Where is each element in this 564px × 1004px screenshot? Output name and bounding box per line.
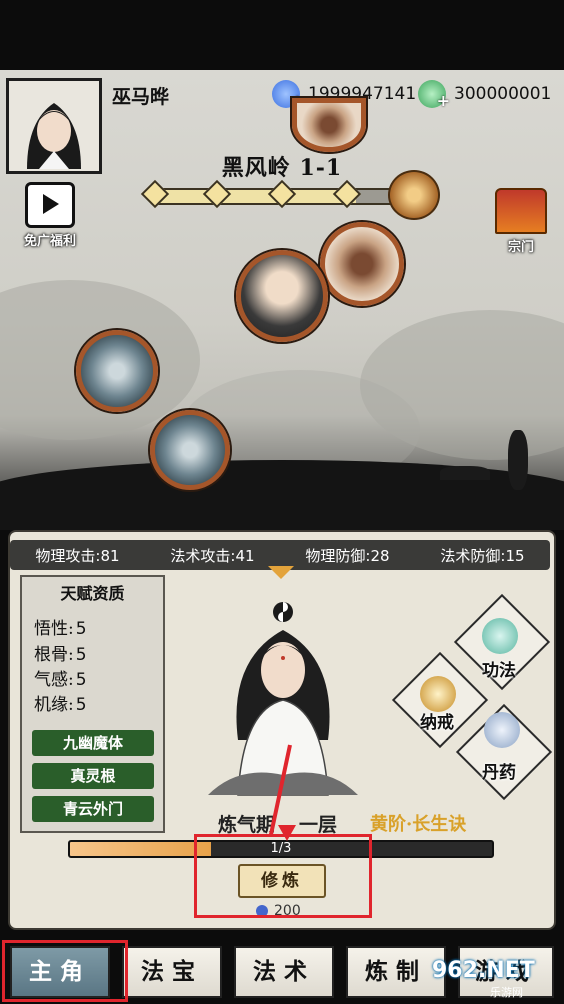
trait-badge[interactable]: 真灵根 — [32, 763, 154, 789]
stat-magic-attack: 法术攻击:41 — [170, 546, 255, 565]
stat-physical-defense: 物理防御:28 — [305, 546, 390, 565]
talent-attr-fortune: 机缘: 5 — [34, 695, 87, 715]
tab-crafting[interactable]: 炼制 — [346, 946, 446, 998]
watermark-brand: 962.NET — [432, 958, 535, 983]
player-name: 巫马晔 — [112, 86, 170, 108]
watermark-sub: 乐游网 — [490, 986, 523, 999]
enemy-spider-token[interactable] — [320, 222, 404, 306]
talent-title: 天赋资质 — [60, 584, 125, 603]
tree-silhouette — [508, 430, 528, 490]
video-icon — [25, 182, 75, 228]
ring-label: 纳戒 — [420, 713, 454, 733]
tab-treasure[interactable]: 法宝 — [122, 946, 222, 998]
talent-attr-comprehension: 悟性: 5 — [34, 619, 87, 639]
highlight-box-main-tab — [2, 940, 128, 1002]
boss-lion-icon[interactable] — [388, 170, 440, 220]
expand-chevron-icon[interactable] — [268, 566, 294, 579]
free-reward-button[interactable]: 免广福利 — [10, 182, 90, 249]
player-hero-token[interactable] — [236, 250, 328, 342]
enemy-beast-token[interactable] — [150, 410, 230, 490]
pavilion-silhouette — [440, 466, 490, 480]
enemy-spider-token[interactable] — [292, 98, 366, 152]
storage-ring-icon — [420, 676, 456, 712]
pill-label: 丹药 — [482, 763, 516, 783]
annotation-arrow-head — [278, 825, 296, 841]
stat-physical-attack: 物理攻击:81 — [35, 546, 120, 565]
tab-spell[interactable]: 法术 — [234, 946, 334, 998]
sect-gate-icon — [495, 188, 547, 234]
currency-value: 300000001 — [454, 84, 552, 104]
highlight-box-cultivate — [194, 834, 372, 918]
talent-attr-qi-sense: 气感: 5 — [34, 670, 87, 690]
spirit-book-icon — [482, 618, 518, 654]
green-spirit-stone-icon: + — [418, 80, 450, 110]
sect-button[interactable]: 宗门 — [486, 188, 556, 255]
add-icon[interactable]: + — [437, 91, 450, 110]
trait-badge[interactable]: 青云外门 — [32, 796, 154, 822]
trait-badge[interactable]: 九幽魔体 — [32, 730, 154, 756]
currency-spirit-stone[interactable]: + 300000001 — [418, 80, 552, 110]
free-reward-label: 免广福利 — [23, 234, 76, 249]
stage-title: 黑风岭 1-1 — [221, 155, 343, 181]
pill-gourd-icon — [484, 712, 520, 748]
stat-magic-defense: 法术防御:15 — [440, 546, 525, 565]
sect-label: 宗门 — [507, 240, 534, 255]
method-label: 黄阶·长生诀 — [370, 814, 467, 835]
gongfa-label: 功法 — [482, 661, 516, 681]
enemy-beast-token[interactable] — [76, 330, 158, 412]
watermark: 962.NET 乐游网 — [432, 958, 535, 999]
talent-attr-bone: 根骨: 5 — [34, 645, 87, 665]
